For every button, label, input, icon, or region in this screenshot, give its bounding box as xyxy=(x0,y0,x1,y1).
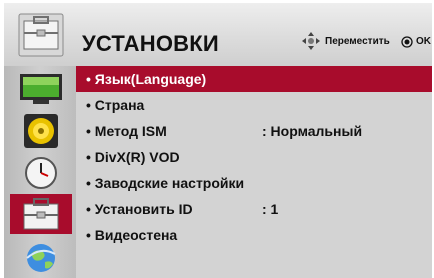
menu-item-label: • DivX(R) VOD xyxy=(86,149,180,165)
page-title: УСТАНОВКИ xyxy=(82,31,219,56)
menu-item-language[interactable]: • Язык(Language) xyxy=(76,66,432,92)
toolbox-icon xyxy=(23,198,59,230)
menu-item-value: : 1 xyxy=(262,201,279,217)
sidebar-item-setup[interactable] xyxy=(10,194,72,234)
globe-icon xyxy=(26,244,56,272)
settings-window: УСТАНОВКИ Переместить OK • Язык(Language… xyxy=(0,0,434,278)
menu-item-country[interactable]: • Страна xyxy=(76,92,432,118)
menu-item-divx-vod[interactable]: • DivX(R) VOD xyxy=(76,144,432,170)
menu-item-label: • Метод ISM xyxy=(86,123,167,139)
ok-button-icon xyxy=(401,36,413,48)
menu-item-ism-method[interactable]: • Метод ISM : Нормальный xyxy=(76,118,432,144)
toolbox-icon xyxy=(18,13,64,57)
sidebar-item-network[interactable] xyxy=(12,238,70,276)
menu-item-video-wall[interactable]: • Видеостена xyxy=(76,222,432,248)
sidebar-item-time[interactable] xyxy=(12,154,70,192)
settings-menu: • Язык(Language) • Страна • Метод ISM : … xyxy=(76,66,432,278)
menu-item-label: • Заводские настройки xyxy=(86,175,245,191)
navigation-arrows-icon xyxy=(302,32,320,50)
menu-item-label: • Страна xyxy=(86,97,145,113)
menu-item-label: • Видеостена xyxy=(86,227,178,243)
speaker-icon xyxy=(24,114,58,148)
monitor-icon xyxy=(20,74,62,104)
menu-item-factory-reset[interactable]: • Заводские настройки xyxy=(76,170,432,196)
category-sidebar xyxy=(4,66,76,278)
sidebar-item-picture[interactable] xyxy=(12,70,70,108)
clock-icon xyxy=(25,157,57,189)
menu-item-set-id[interactable]: • Установить ID : 1 xyxy=(76,196,432,222)
sidebar-item-audio[interactable] xyxy=(12,112,70,150)
menu-item-label: • Установить ID xyxy=(86,201,193,217)
ok-hint-label: OK xyxy=(416,36,431,47)
menu-item-label: • Язык(Language) xyxy=(86,71,207,87)
nav-hint-label: Переместить xyxy=(325,36,390,47)
header-bar: УСТАНОВКИ Переместить OK xyxy=(4,3,432,67)
menu-item-value: : Нормальный xyxy=(262,123,363,139)
